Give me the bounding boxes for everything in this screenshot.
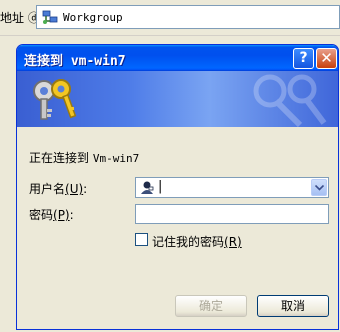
network-icon: [42, 9, 58, 25]
ok-button[interactable]: 确定: [175, 295, 247, 317]
help-button[interactable]: ?: [293, 48, 314, 69]
dialog-body: 正在连接到 Vm-win7 用户名(U): | 密码(P): 记住我的密码(R)…: [17, 127, 338, 329]
remember-password-label[interactable]: 记住我的密码(R): [152, 233, 242, 250]
cancel-button[interactable]: 取消: [257, 295, 329, 317]
username-label: 用户名(U):: [29, 182, 88, 196]
password-accel: (P): [53, 208, 70, 222]
username-combobox[interactable]: |: [135, 177, 329, 198]
username-accel: (U): [65, 182, 84, 196]
dialog-banner: [17, 71, 338, 127]
address-input[interactable]: Workgroup: [36, 5, 340, 29]
close-button[interactable]: ✕: [316, 48, 337, 69]
connecting-prefix: 正在连接到: [29, 151, 93, 165]
address-value: Workgroup: [63, 11, 123, 24]
remember-password-checkbox[interactable]: [135, 233, 148, 246]
dialog-title: 连接到 vm-win7: [24, 54, 126, 69]
password-field[interactable]: [135, 204, 329, 224]
username-value: |: [158, 179, 163, 194]
address-label: 地址 ⓓ: [0, 11, 40, 25]
username-dropdown-button[interactable]: [311, 179, 327, 196]
password-label: 密码(P):: [29, 208, 74, 222]
keys-watermark-icon: [253, 74, 327, 127]
user-icon: [141, 181, 154, 194]
keys-icon: [33, 79, 77, 120]
connecting-text: 正在连接到 Vm-win7: [29, 149, 139, 166]
connecting-host: Vm-win7: [92, 152, 140, 165]
remember-accel: (R): [224, 235, 242, 249]
address-bar: 地址 ⓓ Workgroup: [0, 0, 340, 36]
chevron-down-icon: [315, 185, 324, 191]
login-dialog: 连接到 vm-win7 ? ✕ 正在连接到 Vm-win7 用户名(U): | …: [16, 44, 339, 330]
title-bar[interactable]: 连接到 vm-win7 ? ✕: [17, 45, 338, 71]
